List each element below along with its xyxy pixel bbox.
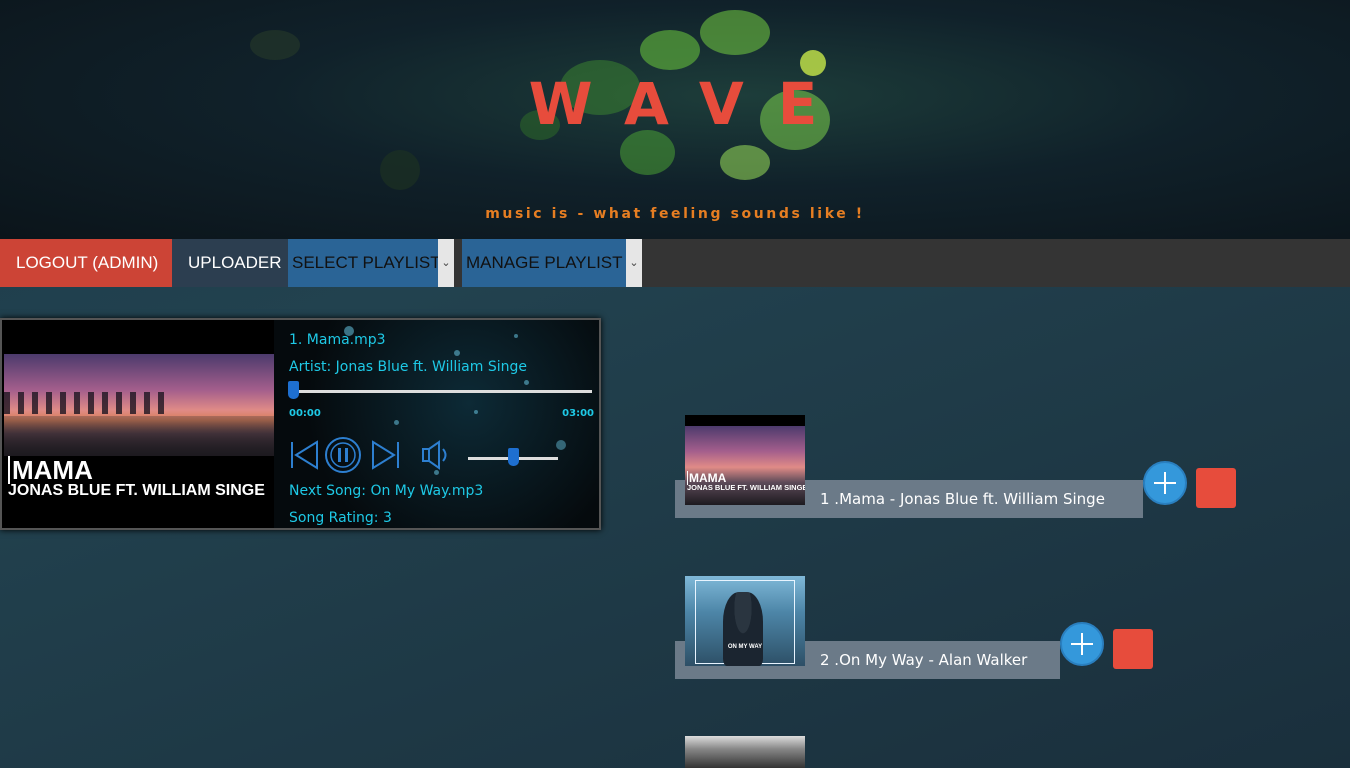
- thumb-artist: JONAS BLUE FT. WILLIAM SINGE: [687, 483, 805, 492]
- particle: [394, 420, 399, 425]
- chevron-down-icon: ⌄: [438, 239, 454, 287]
- track-name: 1. Mama.mp3: [289, 332, 386, 348]
- app-title: WAVE: [528, 70, 852, 138]
- time-total: 03:00: [562, 408, 594, 419]
- song-rating: Song Rating: 3: [289, 510, 392, 526]
- player-info-panel: 1. Mama.mp3 Artist: Jonas Blue ft. Willi…: [274, 320, 599, 528]
- select-playlist-dropdown[interactable]: SELECT PLAYLIST ⌄: [288, 239, 454, 287]
- playlist-item-thumbnail[interactable]: MAMA JONAS BLUE FT. WILLIAM SINGE: [685, 415, 805, 505]
- progress-handle[interactable]: [288, 381, 299, 399]
- music-player: MAMA JONAS BLUE FT. WILLIAM SINGE 1. Mam…: [0, 318, 601, 530]
- volume-icon[interactable]: [420, 438, 454, 472]
- volume-slider[interactable]: [468, 448, 558, 466]
- particle: [524, 380, 529, 385]
- manage-playlist-dropdown[interactable]: MANAGE PLAYLIST ⌄: [462, 239, 642, 287]
- logout-button[interactable]: LOGOUT (ADMIN): [0, 239, 172, 287]
- previous-icon[interactable]: [288, 438, 322, 472]
- track-artist: Artist: Jonas Blue ft. William Singe: [289, 359, 527, 375]
- next-icon[interactable]: [368, 438, 402, 472]
- delete-song-button[interactable]: [1196, 468, 1236, 508]
- playlist-item-label: 1 .Mama - Jonas Blue ft. William Singe: [820, 490, 1105, 508]
- cover-decoration: [4, 392, 164, 414]
- app-tagline: music is - what feeling sounds like !: [485, 206, 865, 222]
- playlist-item-thumbnail[interactable]: [685, 736, 805, 768]
- album-cover: MAMA JONAS BLUE FT. WILLIAM SINGE: [4, 322, 274, 528]
- chevron-down-icon: ⌄: [626, 239, 642, 287]
- cover-decoration: [4, 416, 274, 456]
- next-song: Next Song: On My Way.mp3: [289, 483, 484, 499]
- nav-bar: LOGOUT (ADMIN) UPLOADER SELECT PLAYLIST …: [0, 239, 1350, 287]
- playlist-item-label: 2 .On My Way - Alan Walker: [820, 651, 1028, 669]
- thumb-figure: [723, 592, 763, 666]
- banner-decoration: [700, 10, 770, 55]
- playlist-item-thumbnail[interactable]: ON MY WAY: [685, 576, 805, 666]
- particle: [454, 350, 460, 356]
- particle: [474, 410, 478, 414]
- volume-handle[interactable]: [508, 448, 519, 466]
- particle: [556, 440, 566, 450]
- banner-decoration: [380, 150, 420, 190]
- progress-slider[interactable]: [288, 381, 592, 399]
- time-current: 00:00: [289, 408, 321, 419]
- select-playlist-label: SELECT PLAYLIST: [292, 253, 441, 272]
- cover-image: [4, 354, 274, 456]
- manage-playlist-label: MANAGE PLAYLIST: [466, 253, 623, 272]
- pause-icon[interactable]: [324, 436, 362, 474]
- banner-decoration: [640, 30, 700, 70]
- header-banner: WAVE music is - what feeling sounds like…: [0, 0, 1350, 239]
- cover-title: MAMA: [8, 456, 93, 484]
- cover-artist: JONAS BLUE FT. WILLIAM SINGE: [8, 482, 265, 499]
- uploader-link[interactable]: UPLOADER: [172, 239, 288, 287]
- delete-song-button[interactable]: [1113, 629, 1153, 669]
- banner-decoration: [250, 30, 300, 60]
- add-to-playlist-button[interactable]: [1060, 622, 1104, 666]
- add-to-playlist-button[interactable]: [1143, 461, 1187, 505]
- banner-decoration: [720, 145, 770, 180]
- particle: [514, 334, 518, 338]
- thumb-title: ON MY WAY: [727, 644, 763, 650]
